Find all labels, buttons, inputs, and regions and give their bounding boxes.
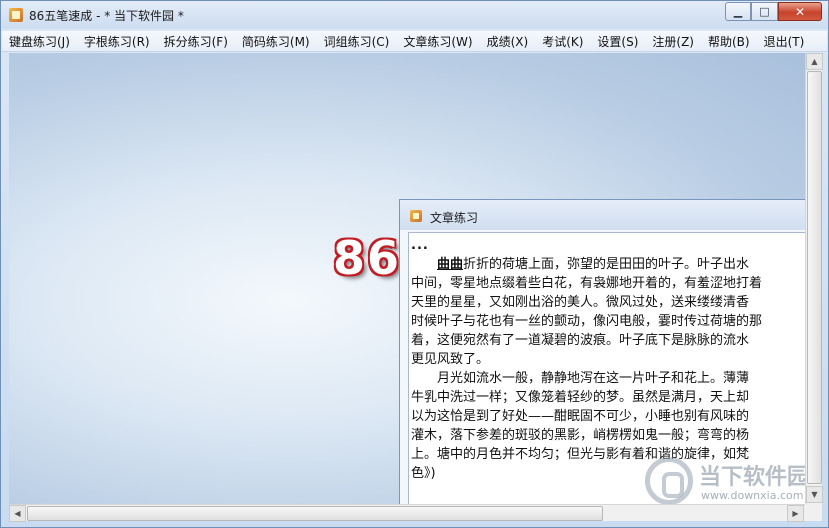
article-line: 中间，零星地点缀着些白花，有袅娜地开着的，有羞涩地打着 — [411, 276, 763, 291]
vertical-scrollbar[interactable]: ▲ ▼ — [805, 53, 823, 504]
menu-article-practice[interactable]: 文章练习(W) — [396, 33, 479, 50]
menu-keyboard-practice[interactable]: 键盘练习(J) — [2, 33, 77, 50]
article-line: 以为这恰是到了好处——酣眠固不可少，小睡也别有风味的 — [411, 409, 750, 424]
menu-radical-practice[interactable]: 字根练习(R) — [77, 33, 157, 50]
minimize-button[interactable]: ▁ — [725, 2, 751, 21]
article-line: 灌木，落下参差的斑驳的黑影，峭楞楞如鬼一般；弯弯的杨 — [411, 428, 750, 443]
article-line: 天里的星星，又如刚出浴的美人。微风过处，送来缕缕清香 — [411, 295, 750, 310]
article-window-title: 文章练习 — [430, 211, 479, 225]
watermark: 当下软件园 www.downxia.com — [641, 455, 811, 511]
menu-shortcode-practice[interactable]: 简码练习(M) — [235, 33, 317, 50]
article-line: 时候叶子与花也有一丝的颤动，像闪电般，霎时传过荷塘的那 — [411, 314, 763, 329]
maximize-icon: □ — [759, 5, 770, 18]
background-logo: 86 — [333, 231, 402, 285]
scroll-left-icon[interactable]: ◀ — [9, 505, 26, 522]
main-window: 86五笔速成 - * 当下软件园 * ▁ □ ✕ 键盘练习(J) 字根练习(R)… — [0, 0, 829, 528]
menu-exit[interactable]: 退出(T) — [757, 33, 812, 50]
menu-settings[interactable]: 设置(S) — [590, 33, 645, 50]
close-icon: ✕ — [794, 4, 806, 19]
article-window-title-bar[interactable]: 文章练习 — [400, 200, 805, 230]
watermark-name: 当下软件园 — [699, 465, 810, 490]
article-line-rest: 折折的荷塘上面，弥望的是田田的叶子。叶子出水 — [463, 257, 750, 272]
minimize-icon: ▁ — [733, 5, 743, 18]
watermark-url: www.downxia.com — [701, 489, 804, 502]
scroll-up-icon[interactable]: ▲ — [806, 53, 823, 70]
title-bar[interactable]: 86五笔速成 - * 当下软件园 * ▁ □ ✕ — [1, 1, 828, 29]
article-line: 着，这便宛然有了一道凝碧的波痕。叶子底下是脉脉的流水 — [411, 333, 750, 348]
close-button[interactable]: ✕ — [778, 2, 822, 21]
horizontal-scroll-thumb[interactable] — [27, 506, 603, 521]
article-window-icon — [410, 210, 422, 222]
article-text: ... 曲曲折折的荷塘上面，弥望的是田田的叶子。叶子出水 中间，零星地点缀着些白… — [411, 236, 805, 483]
article-line: 更见风致了。 — [411, 352, 490, 367]
current-char-highlight: 曲曲 — [437, 257, 464, 272]
menu-help[interactable]: 帮助(B) — [701, 33, 757, 50]
scroll-down-icon[interactable]: ▼ — [806, 486, 823, 503]
menu-exam[interactable]: 考试(K) — [535, 33, 590, 50]
horizontal-scrollbar[interactable]: ◀ ▶ — [9, 504, 805, 522]
window-title: 86五笔速成 - * 当下软件园 * — [29, 9, 184, 23]
article-line: 曲曲折折的荷塘上面，弥望的是田田的叶子。叶子出水 — [411, 255, 805, 274]
size-grip[interactable] — [805, 504, 822, 521]
watermark-logo-icon — [645, 457, 693, 505]
maximize-button[interactable]: □ — [751, 2, 778, 21]
vertical-scroll-thumb[interactable] — [807, 71, 822, 484]
article-marker: ... — [411, 238, 429, 253]
window-controls: ▁ □ ✕ — [725, 2, 822, 22]
scroll-right-icon[interactable]: ▶ — [787, 505, 804, 522]
menu-split-practice[interactable]: 拆分练习(F) — [157, 33, 235, 50]
menu-bar: 键盘练习(J) 字根练习(R) 拆分练习(F) 简码练习(M) 词组练习(C) … — [2, 31, 827, 52]
menu-phrase-practice[interactable]: 词组练习(C) — [317, 33, 397, 50]
menu-scores[interactable]: 成绩(X) — [480, 33, 536, 50]
menu-register[interactable]: 注册(Z) — [645, 33, 701, 50]
app-icon[interactable] — [9, 8, 23, 22]
article-line: 牛乳中洗过一样；又像笼着轻纱的梦。虽然是满月，天上却 — [411, 390, 750, 405]
article-line: 月光如流水一般，静静地泻在这一片叶子和花上。薄薄 — [411, 371, 750, 386]
